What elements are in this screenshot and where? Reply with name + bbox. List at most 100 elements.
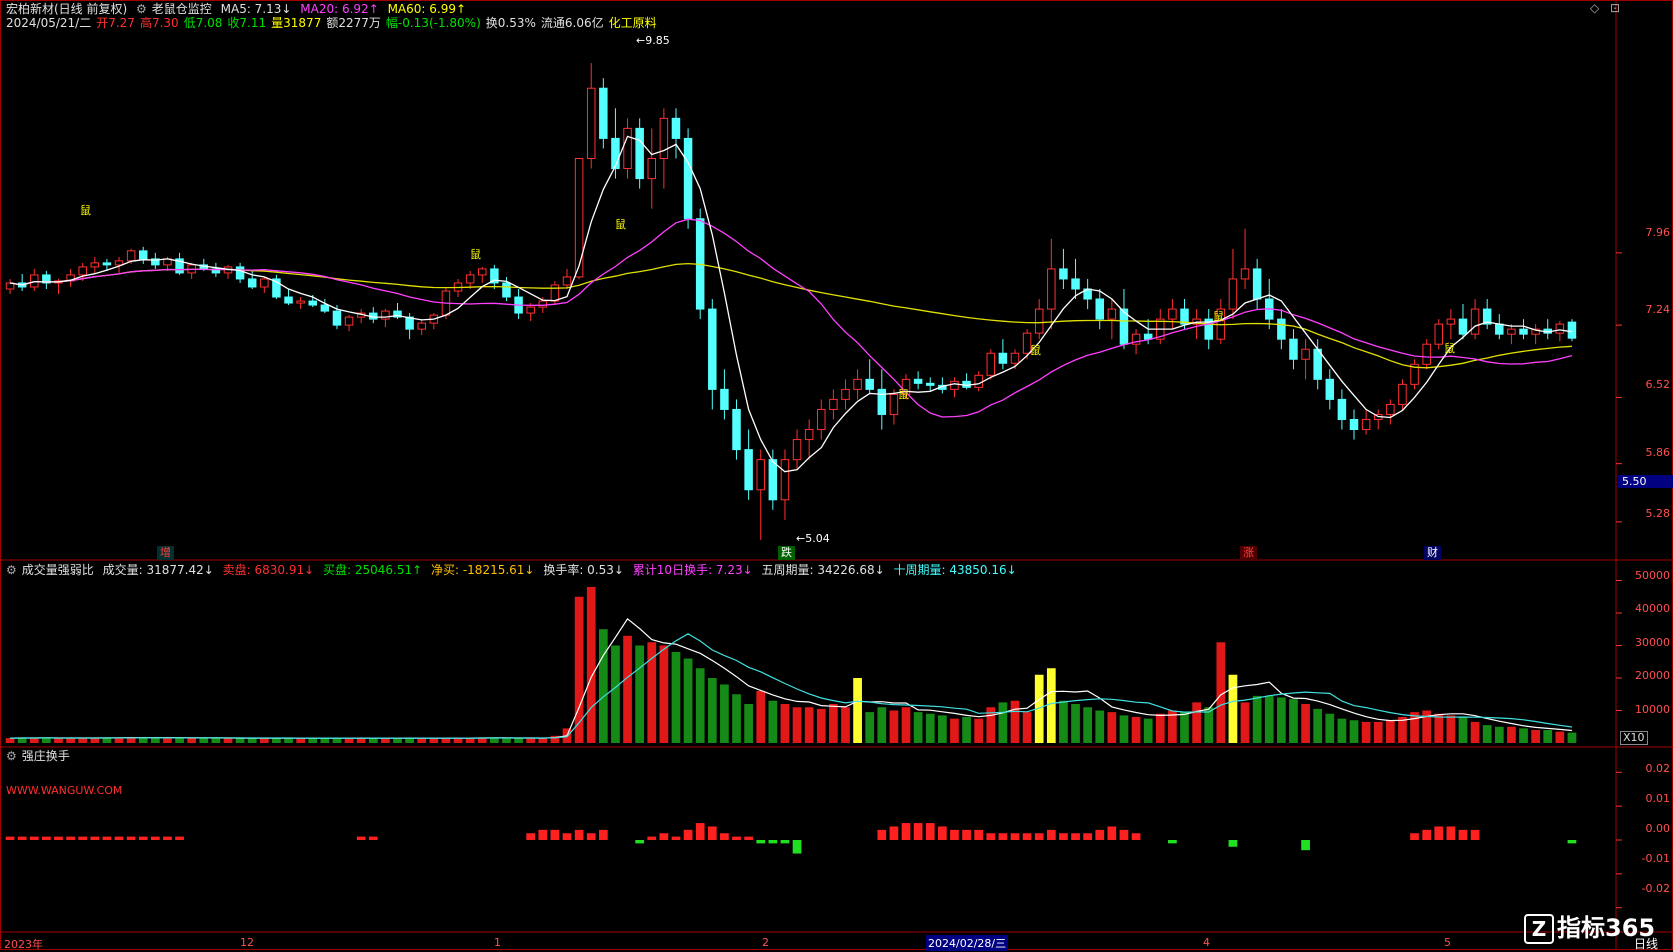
volume-bar	[865, 712, 875, 743]
turnover-bar	[1046, 829, 1056, 840]
volume-bar	[223, 738, 233, 743]
turnover-bar	[974, 829, 984, 840]
volume-unit: X10	[1620, 731, 1648, 745]
turnover-bar	[732, 836, 741, 840]
volume-bar	[381, 738, 390, 743]
volume-header: ⚙ 成交量强弱比 成交量: 31877.42↓ 卖盘: 6830.91↓ 买盘: …	[6, 563, 1022, 577]
volume-bar	[1507, 726, 1516, 743]
turnover-bar	[877, 829, 887, 840]
volume-value: 成交量: 31877.42↓	[102, 563, 214, 577]
indicator-name[interactable]: 老鼠仓监控	[152, 2, 212, 16]
quote-high: 高7.30	[139, 16, 179, 30]
volume-bar	[1046, 668, 1056, 743]
candle-body	[950, 380, 959, 390]
turnover-bar	[598, 829, 608, 840]
volume-bar	[732, 694, 741, 743]
turnover-rate-value: 换手率: 0.53↓	[543, 563, 624, 577]
brand-logo: Z 指标365	[1524, 908, 1655, 944]
volume-bar	[998, 702, 1008, 743]
candle-body	[877, 388, 887, 415]
volume-bar	[1313, 708, 1323, 743]
turnover-bar	[913, 823, 923, 840]
turnover-header: ⚙ 强庄换手	[6, 749, 75, 763]
candle-body	[247, 278, 257, 288]
candle-body	[1277, 318, 1286, 340]
turnover-bar	[526, 833, 536, 840]
turnover-bar	[1107, 826, 1117, 840]
x-label: 12	[240, 936, 254, 949]
collapse-icon[interactable]: ◇	[1590, 1, 1599, 15]
turnover-bar	[683, 829, 693, 840]
turnover-bar	[744, 836, 753, 840]
turnover-panel-title[interactable]: 强庄换手	[22, 749, 70, 763]
quote-sector[interactable]: 化工原料	[609, 16, 657, 30]
volume-bar	[187, 738, 197, 743]
ma20-value: MA20: 6.92↑	[300, 2, 379, 16]
turnover-bar	[925, 823, 935, 840]
candle-body	[1337, 398, 1347, 420]
volume-bar	[744, 704, 753, 743]
turnover-bar	[768, 840, 778, 844]
volume-bar	[925, 713, 935, 743]
turnover-bar	[1010, 833, 1020, 840]
gear-icon[interactable]: ⚙	[6, 563, 17, 577]
turnover-bar	[150, 836, 160, 840]
volume-bar	[1289, 699, 1298, 743]
panel-toggle-icon[interactable]: ⊡	[1610, 1, 1620, 15]
ma10-volume-value: 十周期量: 43850.16↓	[893, 563, 1017, 577]
stock-name[interactable]: 宏柏新材(日线 前复权)	[6, 2, 127, 16]
event-tag[interactable]: 财	[1424, 546, 1441, 560]
volume-bar	[1301, 704, 1310, 743]
candle-body	[344, 316, 354, 326]
candle-body	[780, 459, 790, 501]
candle-body	[659, 117, 669, 159]
turnover-bar	[574, 829, 584, 840]
candle-body	[526, 306, 535, 314]
candle-body	[102, 262, 112, 266]
turnover-bar	[937, 826, 947, 840]
turnover-tick: 0.01	[1645, 792, 1671, 805]
chart-canvas[interactable]	[0, 0, 1673, 950]
volume-bar	[611, 645, 620, 743]
candle-body	[1059, 268, 1068, 280]
volume-bar	[950, 718, 959, 743]
candle-body	[925, 382, 935, 386]
volume-bar	[29, 738, 39, 743]
volume-bar	[1010, 700, 1020, 743]
candle-body	[284, 296, 293, 304]
volume-bar	[671, 652, 681, 743]
candle-body	[804, 429, 814, 441]
volume-panel-title[interactable]: 成交量强弱比	[22, 563, 94, 577]
candle-body	[1289, 338, 1298, 360]
x-label: 4	[1203, 936, 1210, 949]
volume-bar	[1131, 717, 1141, 743]
volume-bar	[211, 738, 221, 743]
turnover-bar	[889, 826, 899, 840]
candle-body	[1507, 328, 1516, 335]
turnover-tick: 0.00	[1645, 822, 1671, 835]
event-tag[interactable]: 增	[157, 546, 174, 560]
candle-body	[1519, 328, 1528, 335]
volume-bar	[829, 704, 838, 743]
candle-body	[635, 127, 644, 180]
volume-bar	[1022, 712, 1032, 743]
volume-bar	[1349, 720, 1359, 743]
x-label: 5	[1444, 936, 1451, 949]
candle-body	[417, 322, 426, 330]
candle-body	[126, 250, 136, 262]
event-tag[interactable]: 涨	[1240, 546, 1257, 560]
gear-icon[interactable]: ⚙	[136, 2, 147, 16]
candle-body	[853, 378, 862, 390]
volume-bar	[5, 738, 15, 743]
volume-bar	[1252, 695, 1262, 743]
turnover-bar	[114, 836, 124, 840]
turnover-tick: -0.01	[1641, 852, 1670, 865]
candle-body	[720, 388, 729, 410]
gear-icon[interactable]: ⚙	[6, 749, 17, 763]
price-tick: 7.24	[1645, 303, 1671, 316]
volume-bar	[1482, 725, 1492, 743]
event-tag[interactable]: 跌	[778, 546, 795, 560]
volume-tick: 20000	[1635, 669, 1670, 682]
volume-bar	[138, 737, 148, 743]
volume-bar	[393, 738, 402, 743]
